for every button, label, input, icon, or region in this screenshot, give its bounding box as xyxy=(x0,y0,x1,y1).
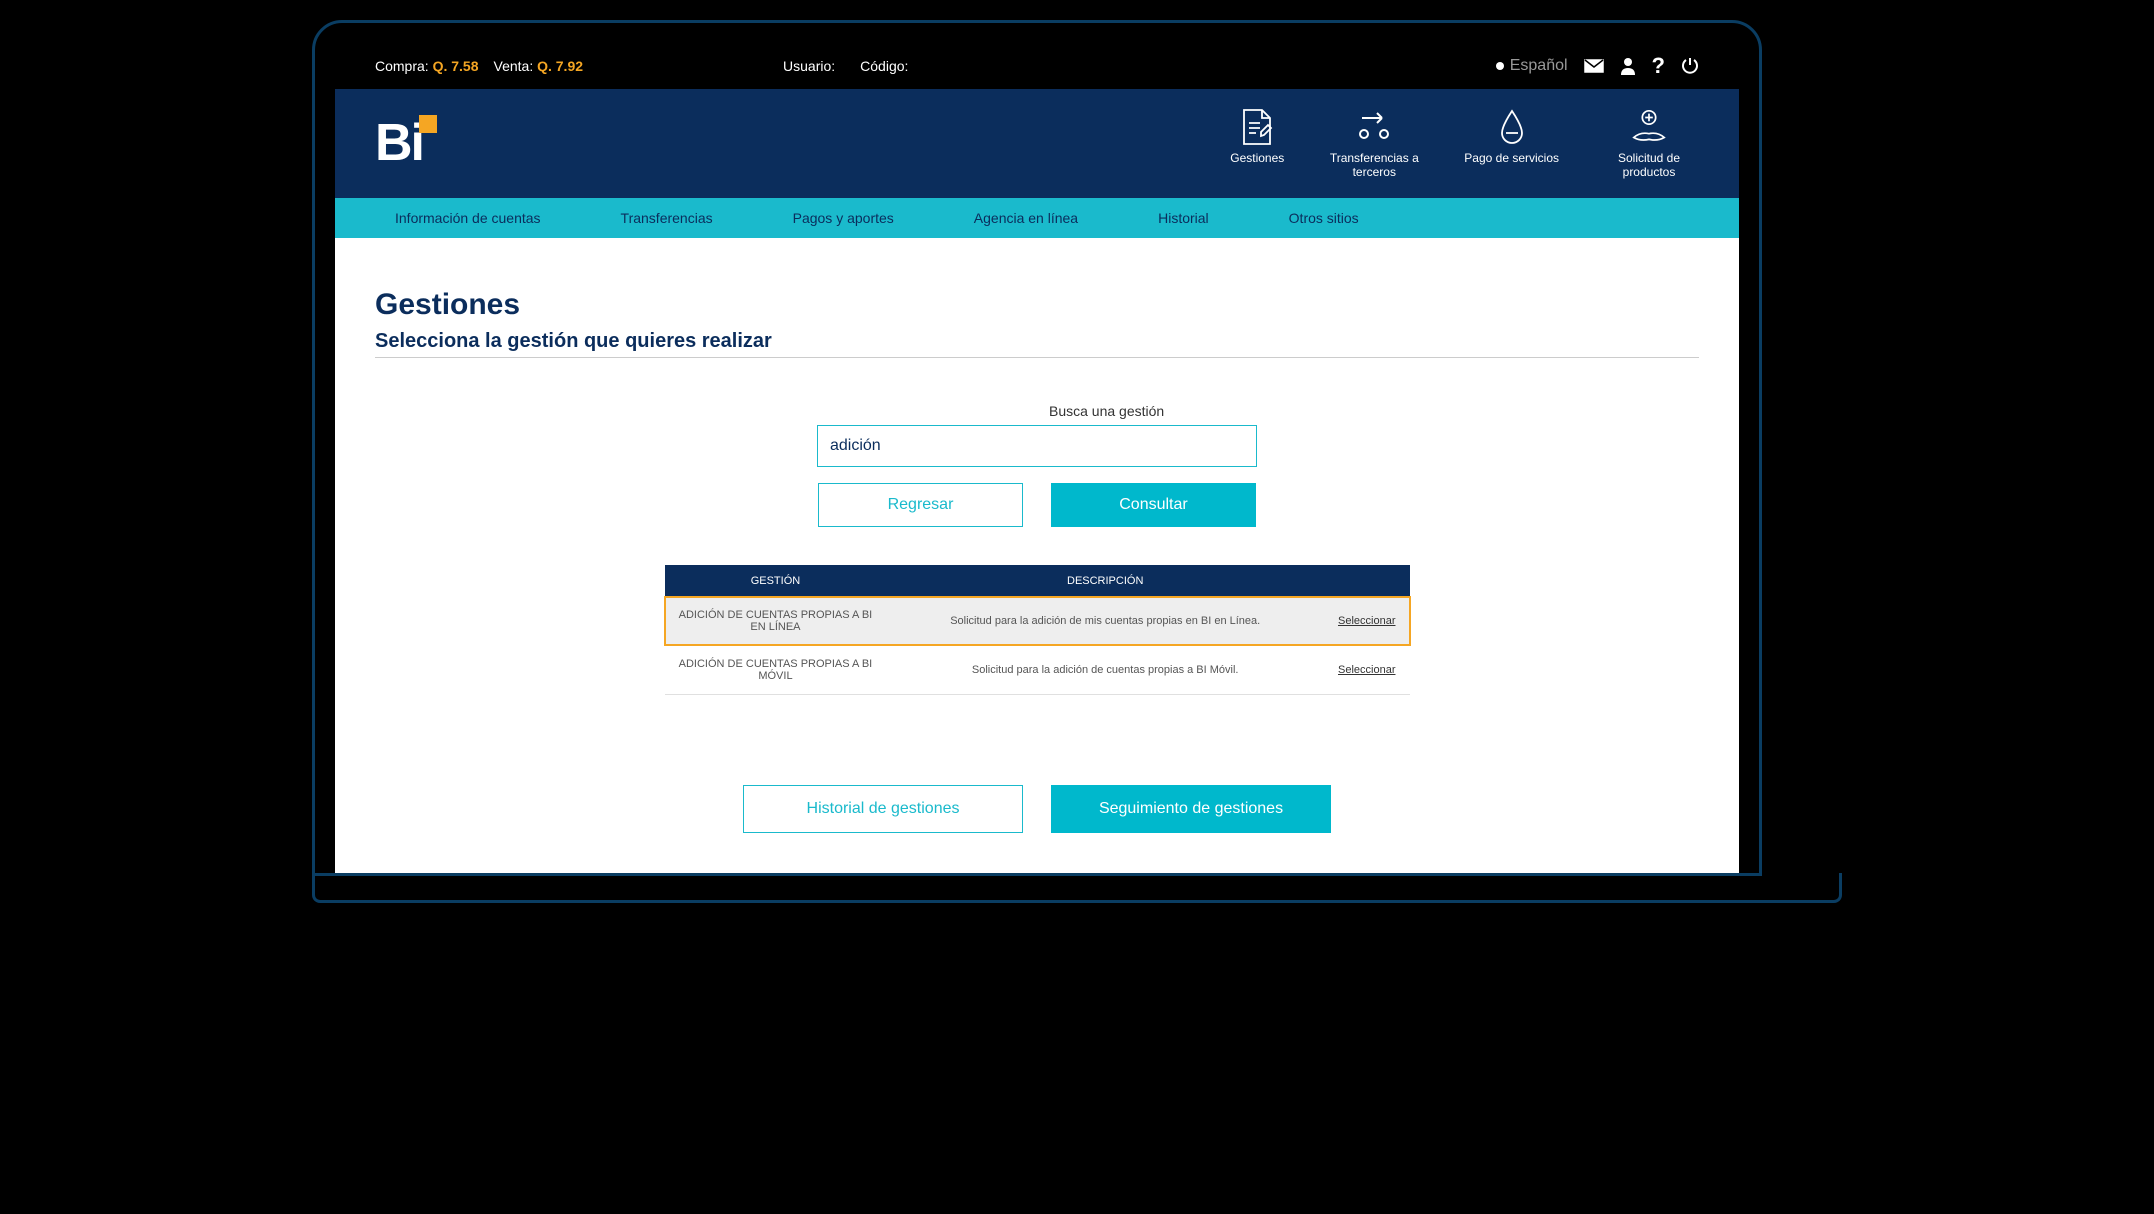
usuario-label: Usuario: xyxy=(783,58,835,74)
nav-pagos-aportes[interactable]: Pagos y aportes xyxy=(793,210,894,226)
nav-otros-sitios[interactable]: Otros sitios xyxy=(1289,210,1359,226)
topbar: Compra: Q. 7.58 Venta: Q. 7.92 Usuario: … xyxy=(335,43,1739,89)
select-link[interactable]: Seleccionar xyxy=(1338,615,1395,627)
language-label: Español xyxy=(1510,57,1568,75)
table-header-descripcion: DESCRIPCIÓN xyxy=(886,565,1324,597)
main-content: Gestiones Selecciona la gestión que quie… xyxy=(335,238,1739,873)
table-row: ADICIÓN DE CUENTAS PROPIAS A BI MÓVIL So… xyxy=(665,645,1410,694)
codigo-label: Código: xyxy=(860,58,908,74)
nav-informacion-cuentas[interactable]: Información de cuentas xyxy=(395,210,541,226)
header-action-pago-servicios[interactable]: Pago de servicios xyxy=(1464,107,1559,180)
navbar: Información de cuentas Transferencias Pa… xyxy=(335,198,1739,238)
history-button[interactable]: Historial de gestiones xyxy=(743,785,1023,833)
cell-descripcion: Solicitud para la adición de mis cuentas… xyxy=(886,597,1324,646)
hand-plus-icon xyxy=(1629,107,1669,147)
select-link[interactable]: Seleccionar xyxy=(1338,664,1395,676)
header-action-transferencias[interactable]: Transferencias a terceros xyxy=(1324,107,1424,180)
compra-value: Q. 7.58 xyxy=(433,58,479,74)
title-divider xyxy=(375,357,1699,358)
page-title: Gestiones xyxy=(375,288,1699,322)
nav-agencia-linea[interactable]: Agencia en línea xyxy=(974,210,1078,226)
header: Bi Gestiones Transferencias a terceros xyxy=(335,89,1739,198)
logo-square-icon xyxy=(419,115,437,133)
page-subtitle: Selecciona la gestión que quieres realiz… xyxy=(375,330,1699,353)
help-icon[interactable]: ? xyxy=(1652,53,1665,79)
nav-transferencias[interactable]: Transferencias xyxy=(621,210,713,226)
drop-icon xyxy=(1492,107,1532,147)
back-button[interactable]: Regresar xyxy=(818,483,1023,527)
compra-label: Compra: xyxy=(375,58,429,74)
search-label: Busca una gestión xyxy=(1049,403,1164,419)
mail-icon[interactable] xyxy=(1584,59,1604,73)
transfer-icon xyxy=(1354,107,1394,147)
cell-gestion: ADICIÓN DE CUENTAS PROPIAS A BI EN LÍNEA xyxy=(665,597,887,646)
table-header-gestion: GESTIÓN xyxy=(665,565,887,597)
header-action-solicitud-productos[interactable]: Solicitud de productos xyxy=(1599,107,1699,180)
venta-label: Venta: xyxy=(494,58,534,74)
results-table: GESTIÓN DESCRIPCIÓN ADICIÓN DE CUENTAS P… xyxy=(665,565,1410,695)
language-dot-icon xyxy=(1496,62,1504,70)
user-icon[interactable] xyxy=(1620,57,1636,75)
logo[interactable]: Bi xyxy=(375,113,423,173)
table-row: ADICIÓN DE CUENTAS PROPIAS A BI EN LÍNEA… xyxy=(665,597,1410,646)
cell-gestion: ADICIÓN DE CUENTAS PROPIAS A BI MÓVIL xyxy=(665,645,887,694)
search-input[interactable] xyxy=(817,425,1257,467)
table-header-action xyxy=(1324,565,1410,597)
power-icon[interactable] xyxy=(1681,57,1699,75)
header-action-gestiones[interactable]: Gestiones xyxy=(1230,107,1284,180)
query-button[interactable]: Consultar xyxy=(1051,483,1256,527)
cell-descripcion: Solicitud para la adición de cuentas pro… xyxy=(886,645,1324,694)
followup-button[interactable]: Seguimiento de gestiones xyxy=(1051,785,1331,833)
venta-value: Q. 7.92 xyxy=(537,58,583,74)
document-icon xyxy=(1237,107,1277,147)
language-selector[interactable]: Español xyxy=(1496,57,1568,75)
nav-historial[interactable]: Historial xyxy=(1158,210,1209,226)
